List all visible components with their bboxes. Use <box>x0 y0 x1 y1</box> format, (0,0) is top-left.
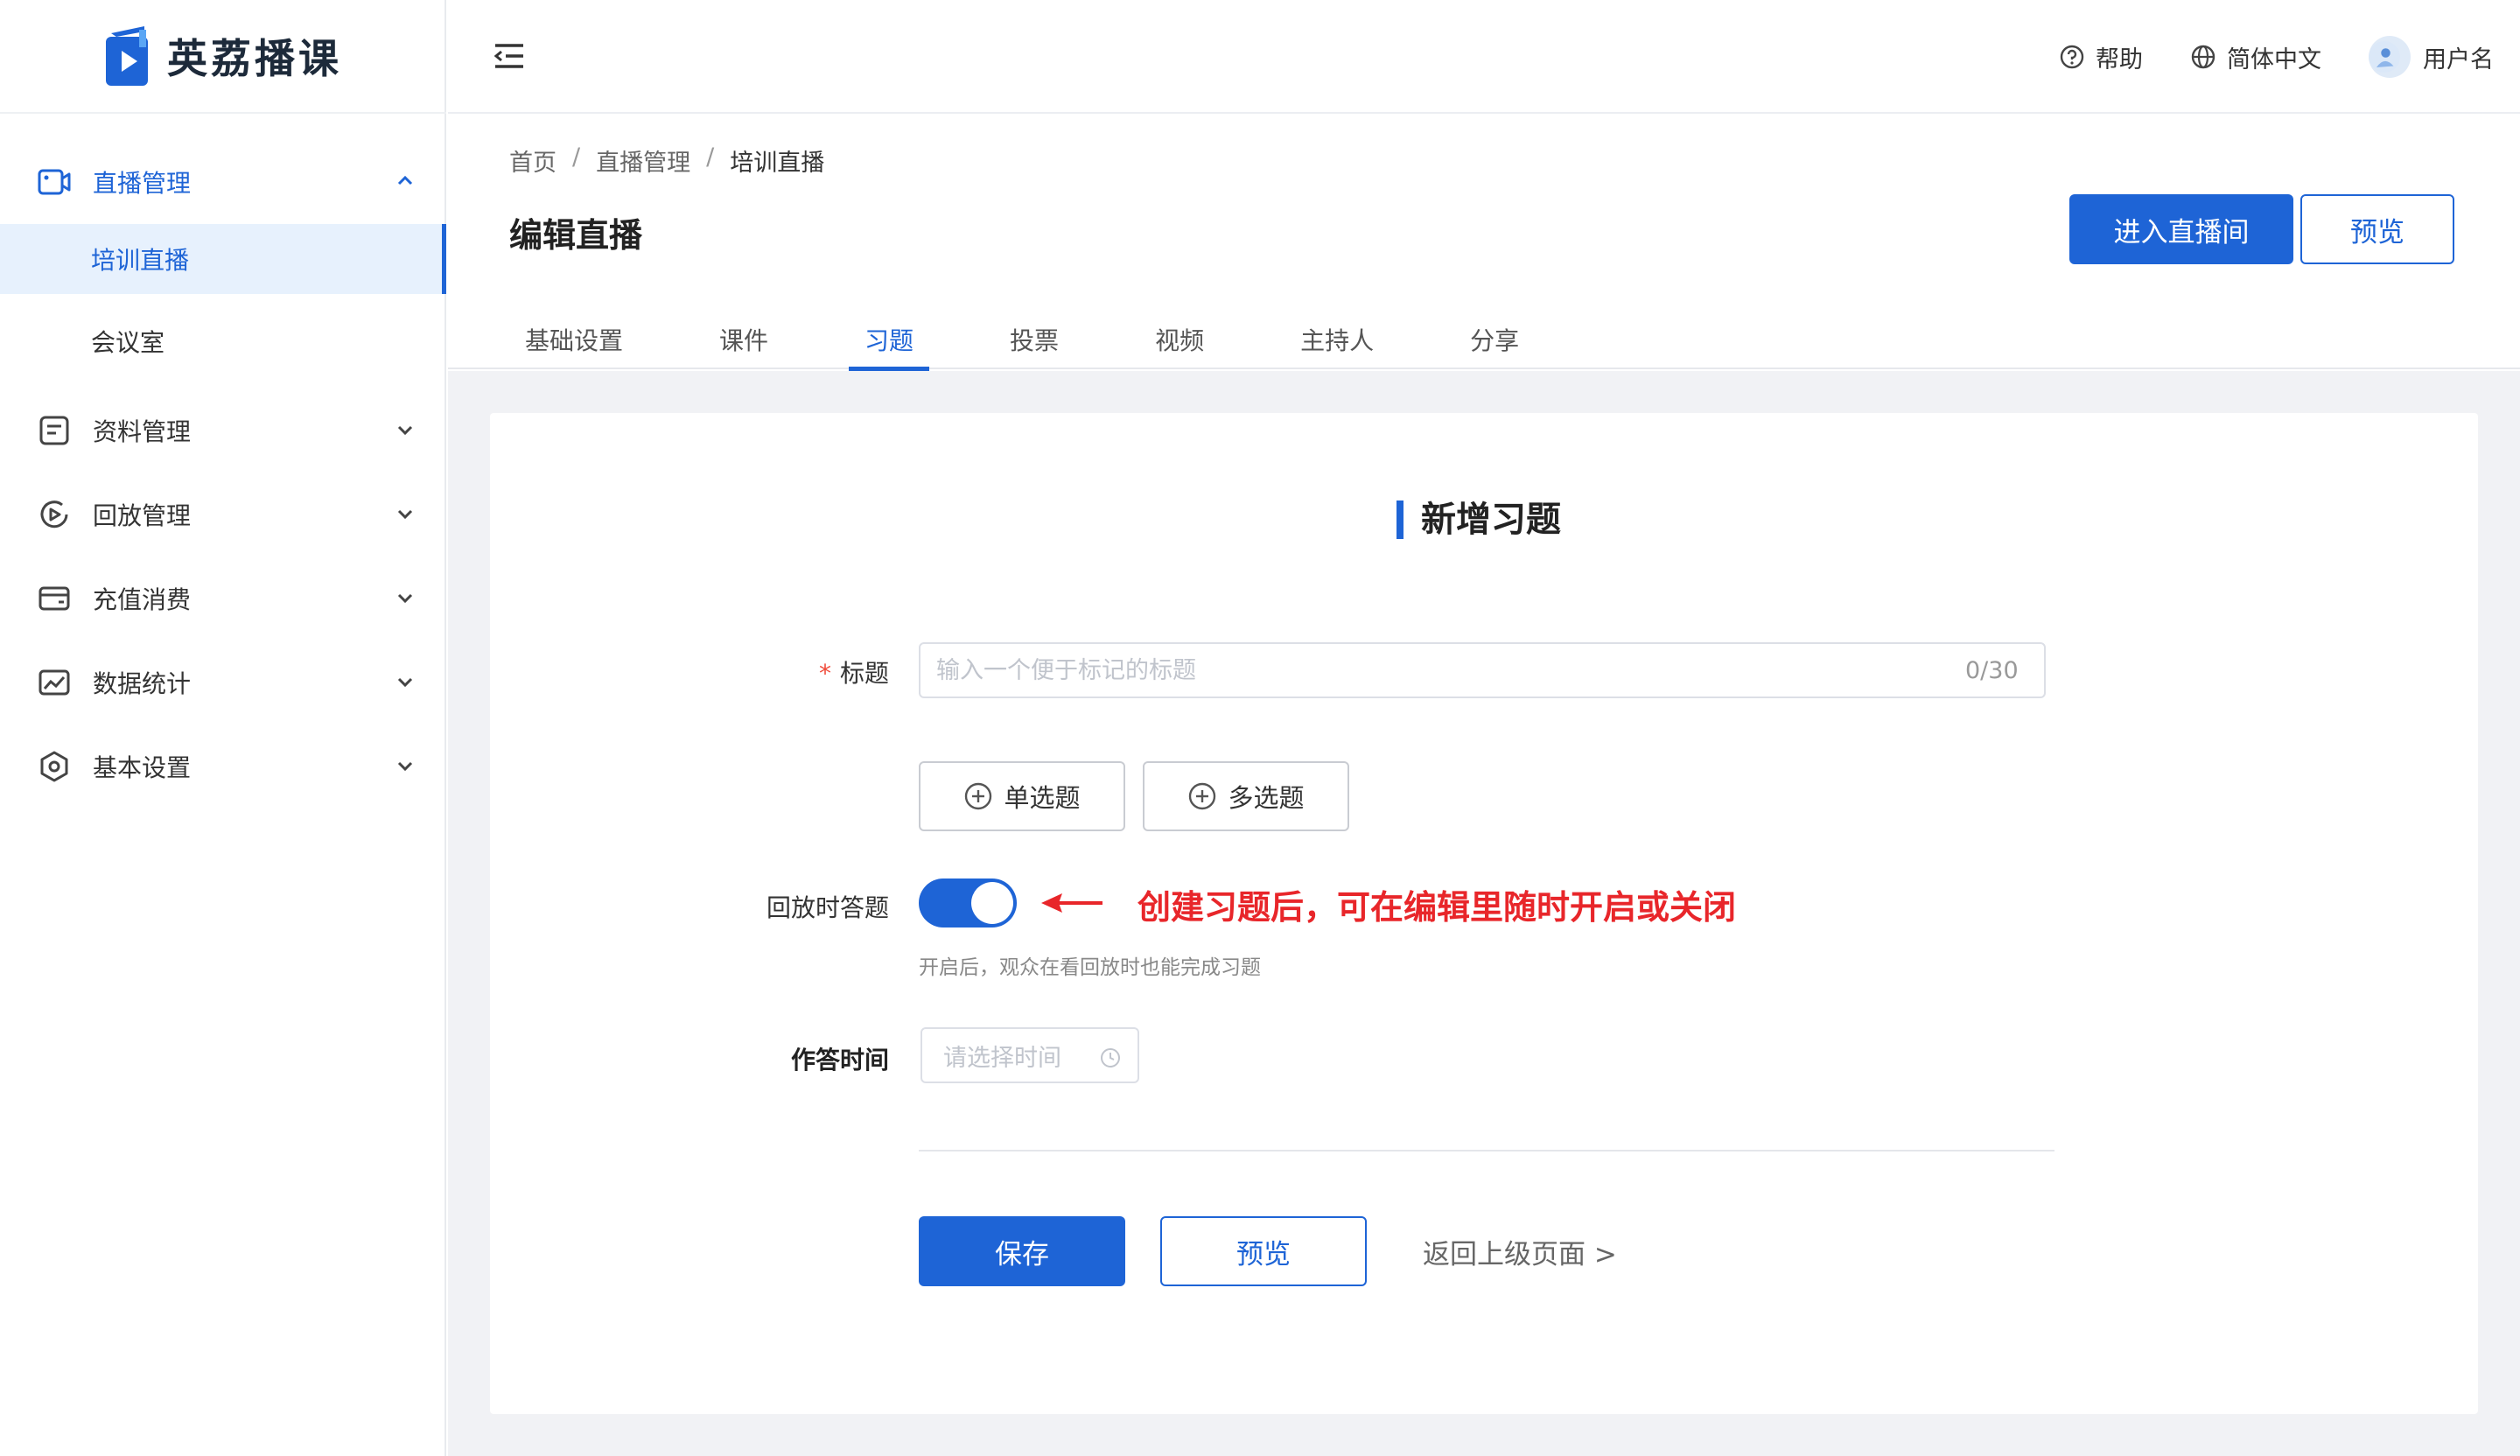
tab-basic-settings[interactable]: 基础设置 <box>509 299 639 369</box>
return-to-parent-link[interactable]: 返回上级页面 > <box>1423 1232 1617 1271</box>
breadcrumb-home[interactable]: 首页 <box>509 144 556 178</box>
tab-exercises[interactable]: 习题 <box>849 299 930 371</box>
replay-icon <box>37 497 72 532</box>
replay-answer-toggle[interactable] <box>919 878 1017 928</box>
plus-circle-icon <box>965 782 992 810</box>
replay-answer-label: 回放时答题 <box>766 893 889 922</box>
answer-time-placeholder: 请选择时间 <box>943 1044 1061 1072</box>
sidebar-subitem-meeting-room[interactable]: 会议室 <box>0 306 446 376</box>
title-char-counter: 0/30 <box>1965 657 2019 684</box>
title-field-label: * 标题 <box>626 654 889 690</box>
chevron-down-icon <box>397 677 413 688</box>
document-icon <box>37 413 72 448</box>
add-multiple-choice-button[interactable]: 多选题 <box>1143 761 1349 831</box>
title-input[interactable] <box>919 642 2046 698</box>
chevron-down-icon <box>397 761 413 772</box>
breadcrumb-separator: / <box>572 144 581 171</box>
topbar-actions: 帮助 简体中文 用户名 <box>2012 0 2494 114</box>
sidebar-item-label: 数据统计 <box>93 669 192 698</box>
multiple-choice-label: 多选题 <box>1228 783 1305 813</box>
help-circle-icon <box>2060 45 2084 69</box>
toggle-knob <box>971 882 1013 924</box>
required-mark: * <box>818 659 831 688</box>
sidebar: 英荔播课 直播管理 培训直播 会议室 资料管理 回放管理 充值消费 数据统计 基… <box>0 0 446 1456</box>
save-button[interactable]: 保存 <box>919 1216 1125 1286</box>
breadcrumb-live-management[interactable]: 直播管理 <box>596 144 690 178</box>
sidebar-item-statistics[interactable]: 数据统计 <box>0 640 446 724</box>
wallet-icon <box>37 581 72 616</box>
breadcrumb-separator: / <box>706 144 715 171</box>
section-title: 新增习题 <box>1396 500 1561 539</box>
sidebar-item-settings[interactable]: 基本设置 <box>0 724 446 808</box>
sidebar-subitem-label: 会议室 <box>91 328 165 357</box>
tab-bar: 基础设置 课件 习题 投票 视频 主持人 分享 <box>509 299 1600 371</box>
sidebar-item-label: 回放管理 <box>93 501 192 530</box>
clock-icon <box>1101 1048 1120 1068</box>
sidebar-nav: 直播管理 培训直播 会议室 资料管理 回放管理 充值消费 数据统计 基本设置 <box>0 140 446 808</box>
app-name: 英荔播课 <box>167 35 342 82</box>
settings-hexagon-icon <box>37 749 72 784</box>
replay-answer-help: 开启后，观众在看回放时也能完成习题 <box>919 956 1261 979</box>
sidebar-item-replay[interactable]: 回放管理 <box>0 472 446 556</box>
logo-icon <box>106 26 148 86</box>
sidebar-item-label: 直播管理 <box>93 169 192 198</box>
user-menu[interactable]: 用户名 <box>2369 36 2494 78</box>
breadcrumb: 首页 / 直播管理 / 培训直播 <box>509 144 824 178</box>
sidebar-subitem-training-live[interactable]: 培训直播 <box>0 224 446 294</box>
sidebar-item-label: 基本设置 <box>93 753 192 782</box>
tab-video[interactable]: 视频 <box>1139 299 1220 369</box>
chevron-up-icon <box>397 175 413 186</box>
title-label-text: 标题 <box>839 659 889 688</box>
help-link[interactable]: 帮助 <box>2059 40 2143 74</box>
tab-share[interactable]: 分享 <box>1454 299 1535 369</box>
arrow-left-icon <box>1041 893 1102 913</box>
answer-time-label: 作答时间 <box>790 1046 889 1074</box>
language-label: 简体中文 <box>2227 46 2321 74</box>
help-label: 帮助 <box>2096 46 2143 74</box>
single-choice-label: 单选题 <box>1004 783 1081 813</box>
tab-voting[interactable]: 投票 <box>994 299 1074 369</box>
add-single-choice-button[interactable]: 单选题 <box>919 761 1125 831</box>
app-logo[interactable]: 英荔播课 <box>0 0 446 114</box>
globe-icon <box>2191 45 2216 69</box>
sidebar-item-label: 充值消费 <box>93 585 192 614</box>
breadcrumb-current: 培训直播 <box>730 150 825 177</box>
sidebar-item-recharge[interactable]: 充值消费 <box>0 556 446 640</box>
user-avatar-icon <box>2369 41 2400 73</box>
topbar: 帮助 简体中文 用户名 <box>448 0 2520 114</box>
form-preview-button[interactable]: 预览 <box>1160 1216 1367 1286</box>
chevron-down-icon <box>397 593 413 604</box>
menu-collapse-icon[interactable] <box>492 38 527 74</box>
sidebar-item-materials[interactable]: 资料管理 <box>0 388 446 472</box>
annotation-note: 创建习题后，可在编辑里随时开启或关闭 <box>1138 888 1737 927</box>
avatar <box>2369 36 2411 78</box>
chevron-down-icon <box>397 425 413 436</box>
tab-courseware[interactable]: 课件 <box>704 299 784 369</box>
enter-live-room-button[interactable]: 进入直播间 <box>2069 194 2293 264</box>
header-preview-button[interactable]: 预览 <box>2300 194 2454 264</box>
language-switcher[interactable]: 简体中文 <box>2190 40 2321 74</box>
page-header: 首页 / 直播管理 / 培训直播 编辑直播 进入直播间 预览 基础设置 课件 习… <box>448 116 2520 371</box>
video-camera-icon <box>37 164 72 200</box>
tab-host[interactable]: 主持人 <box>1284 299 1390 369</box>
page-title: 编辑直播 <box>509 216 643 255</box>
sidebar-item-live-management[interactable]: 直播管理 <box>0 140 446 224</box>
form-divider <box>919 1150 2054 1152</box>
answer-time-picker[interactable]: 请选择时间 <box>920 1027 1139 1083</box>
chevron-down-icon <box>397 509 413 520</box>
chart-image-icon <box>37 665 72 700</box>
username: 用户名 <box>2423 46 2494 74</box>
plus-circle-icon <box>1189 782 1216 810</box>
sidebar-subitem-label: 培训直播 <box>91 246 190 275</box>
sidebar-item-label: 资料管理 <box>93 417 192 446</box>
